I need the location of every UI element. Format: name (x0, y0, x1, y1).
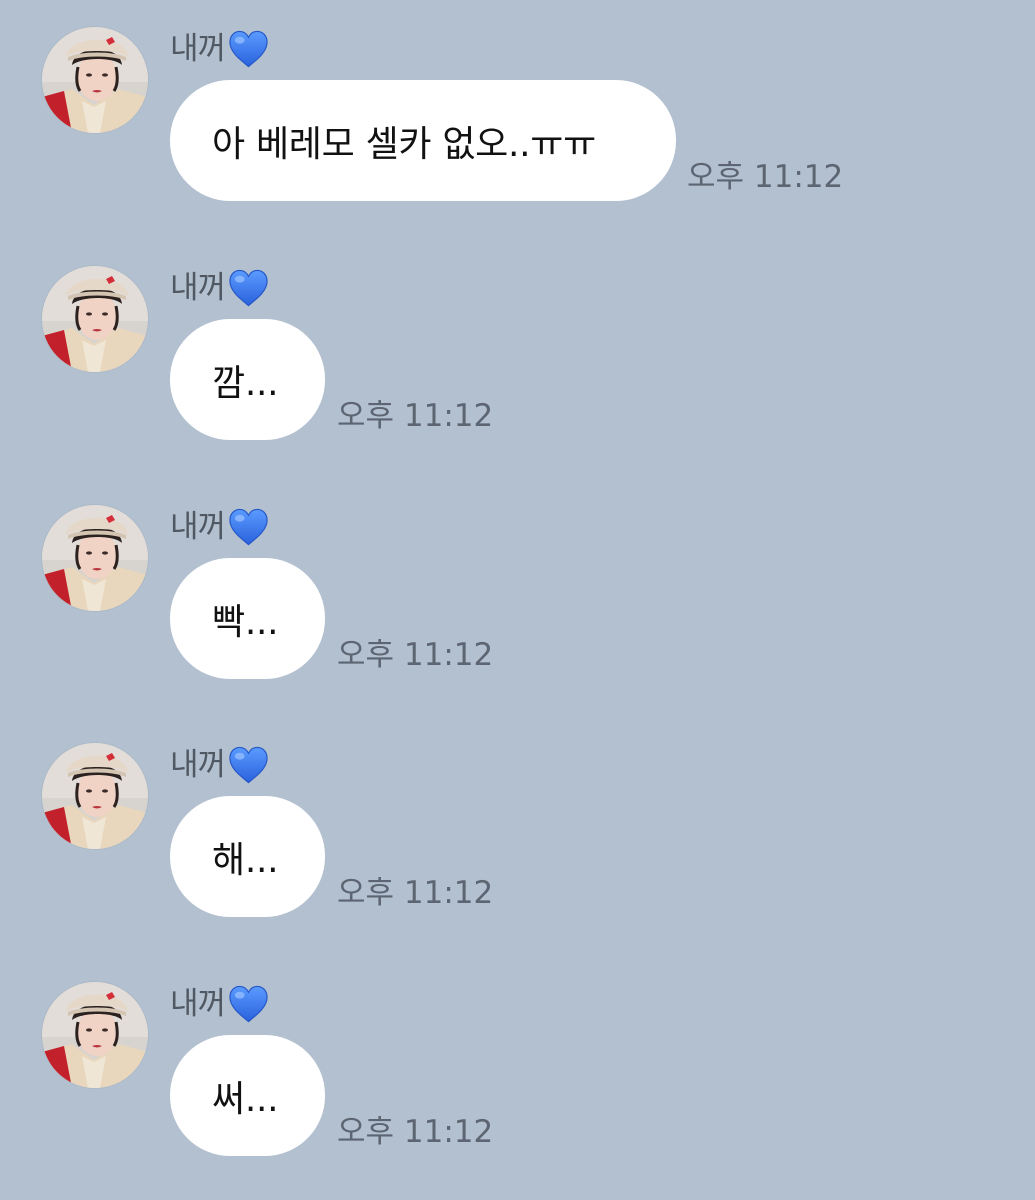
sender-name-row: 내꺼 (170, 505, 270, 549)
sender-name: 내꺼 (170, 30, 226, 67)
avatar[interactable] (42, 505, 148, 611)
avatar[interactable] (42, 27, 148, 133)
message-text: 써... (212, 1078, 279, 1120)
message-bubble[interactable]: 깜... (170, 319, 325, 440)
message-timestamp: 오후 11:12 (337, 1114, 494, 1150)
message-group: 내꺼 빡... 오후 11:12 (0, 478, 1035, 679)
message-bubble[interactable]: 아 베레모 셀카 없오..ㅠㅠ (170, 80, 676, 201)
blue-heart-icon (227, 268, 270, 308)
message-timestamp: 오후 11:12 (687, 159, 844, 195)
blue-heart-icon (227, 984, 270, 1024)
message-bubble[interactable]: 해... (170, 796, 325, 917)
chat-message-list[interactable]: 내꺼 아 베레모 셀카 없오..ㅠㅠ 오후 11:12 내꺼 깜... 오후 1… (0, 0, 1035, 1200)
message-group: 내꺼 아 베레모 셀카 없오..ㅠㅠ 오후 11:12 (0, 0, 1035, 201)
message-group: 내꺼 깜... 오후 11:12 (0, 239, 1035, 440)
message-text: 해... (212, 839, 279, 881)
avatar[interactable] (42, 743, 148, 849)
blue-heart-icon (227, 507, 270, 547)
avatar-image (42, 27, 148, 133)
sender-name: 내꺼 (170, 269, 226, 306)
avatar-image (42, 505, 148, 611)
message-text: 빡... (212, 601, 279, 643)
sender-name-row: 내꺼 (170, 266, 270, 310)
message-timestamp: 오후 11:12 (337, 398, 494, 434)
message-group: 내꺼 써... 오후 11:12 (0, 955, 1035, 1156)
blue-heart-icon (227, 745, 270, 785)
avatar[interactable] (42, 982, 148, 1088)
sender-name: 내꺼 (170, 746, 226, 783)
avatar-image (42, 266, 148, 372)
message-text: 아 베레모 셀카 없오..ㅠㅠ (212, 123, 596, 165)
message-group: 내꺼 해... 오후 11:12 (0, 716, 1035, 917)
sender-name-row: 내꺼 (170, 743, 270, 787)
message-timestamp: 오후 11:12 (337, 875, 494, 911)
sender-name: 내꺼 (170, 985, 226, 1022)
avatar-image (42, 743, 148, 849)
avatar[interactable] (42, 266, 148, 372)
message-bubble[interactable]: 써... (170, 1035, 325, 1156)
blue-heart-icon (227, 29, 270, 69)
avatar-image (42, 982, 148, 1088)
message-bubble[interactable]: 빡... (170, 558, 325, 679)
sender-name-row: 내꺼 (170, 27, 270, 71)
message-timestamp: 오후 11:12 (337, 637, 494, 673)
sender-name-row: 내꺼 (170, 982, 270, 1026)
sender-name: 내꺼 (170, 508, 226, 545)
message-text: 깜... (212, 362, 279, 404)
